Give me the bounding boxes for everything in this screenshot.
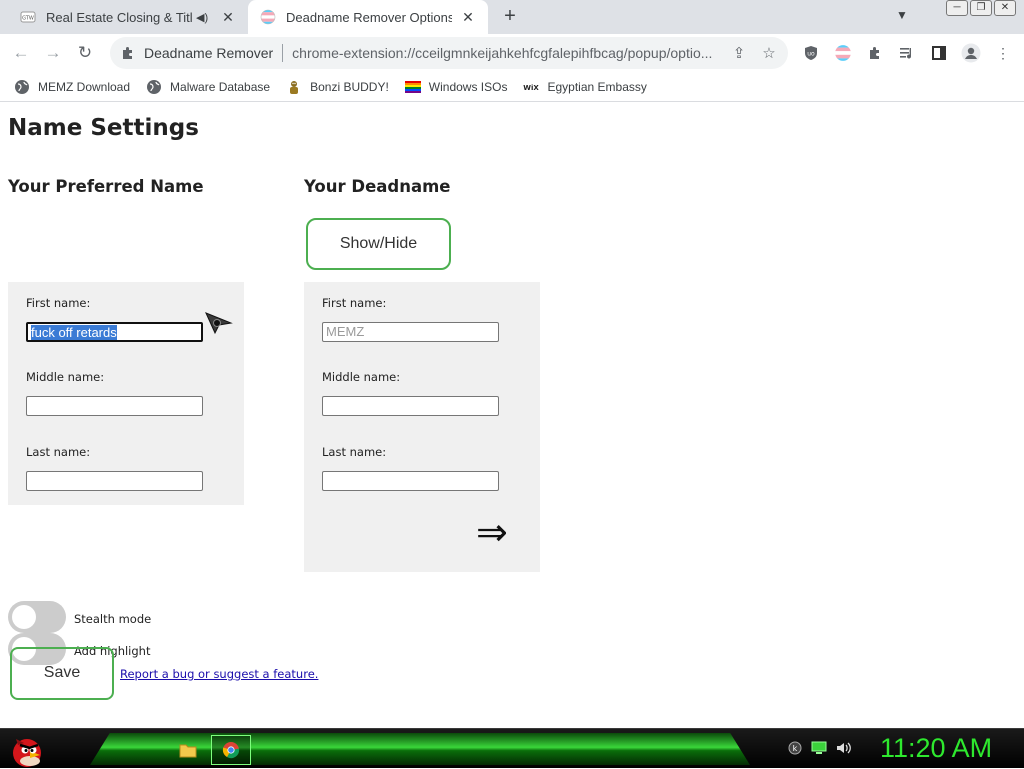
save-button[interactable]: Save [10, 647, 114, 700]
deadname-middle-name-input[interactable] [322, 396, 499, 416]
extensions-puzzle-icon[interactable] [864, 42, 886, 64]
restore-button[interactable]: ❐ [970, 0, 992, 16]
omnibox-divider [282, 44, 284, 62]
media-control-icon[interactable] [896, 42, 918, 64]
preferred-middle-label: Middle name: [26, 370, 105, 384]
bookmark-egyptian-embassy[interactable]: WiX Egyptian Embassy [523, 79, 647, 95]
window-controls: ─ ❐ ✕ [946, 0, 1016, 18]
svg-text:GTW: GTW [22, 16, 34, 22]
preferred-last-name-input[interactable] [26, 471, 203, 491]
stealth-mode-toggle[interactable] [8, 601, 66, 633]
trans-flag-icon [260, 9, 276, 25]
wix-icon: WiX [524, 84, 540, 92]
preferred-last-label: Last name: [26, 445, 91, 459]
bookmark-label: Egyptian Embassy [547, 79, 647, 94]
share-icon[interactable]: ⇪ [730, 44, 748, 62]
bookmark-label: Malware Database [170, 79, 271, 94]
report-bug-link[interactable]: Report a bug or suggest a feature. [120, 667, 318, 681]
puzzle-piece-icon [123, 47, 132, 59]
deadname-middle-label: Middle name: [322, 370, 401, 384]
close-window-button[interactable]: ✕ [994, 0, 1016, 16]
folder-icon [179, 744, 197, 758]
deadname-extension-icon[interactable] [832, 42, 854, 64]
preferred-name-heading: Your Preferred Name [8, 177, 204, 196]
browser-toolbar: ← → ↻ Deadname Remover chrome-extension:… [0, 34, 1024, 72]
stealth-mode-label: Stealth mode [74, 612, 152, 626]
chrome-icon [222, 742, 240, 759]
preferred-first-label: First name: [26, 296, 91, 310]
ublock-shield-icon[interactable]: uo [800, 42, 822, 64]
bookmarks-bar: MEMZ Download Malware Database Bonzi BUD… [0, 72, 1024, 102]
page-title: Name Settings [8, 115, 199, 141]
side-panel-icon[interactable] [928, 42, 950, 64]
preferred-first-name-value: fuck off retards [31, 325, 117, 340]
bookmark-windows-isos[interactable]: Windows ISOs [404, 79, 508, 95]
network-icon[interactable] [810, 741, 828, 755]
tab-real-estate[interactable]: GTW Real Estate Closing & Title Sc ◀) ✕ [8, 0, 248, 34]
bookmark-label: Bonzi BUDDY! [310, 79, 389, 94]
deadname-last-label: Last name: [322, 445, 387, 459]
taskbar-clock[interactable]: 11:20 AM [880, 733, 992, 764]
globe-icon [15, 79, 29, 94]
bookmark-label: MEMZ Download [38, 79, 131, 94]
taskbar-file-explorer[interactable] [168, 735, 208, 765]
svg-text:k: k [793, 744, 798, 753]
bookmark-memz[interactable]: MEMZ Download [14, 79, 130, 95]
chevron-down-icon[interactable]: ▼ [896, 8, 908, 22]
taskbar-chrome[interactable] [211, 735, 251, 765]
new-tab-button[interactable]: + [498, 5, 522, 29]
double-arrow-icon: ⇒ [476, 510, 508, 554]
mouse-cursor-icon [205, 312, 233, 335]
tray-app-icon[interactable]: k [788, 741, 802, 755]
deadname-last-name-input[interactable] [322, 471, 499, 491]
globe-icon [147, 79, 162, 94]
bonzi-icon [290, 80, 299, 94]
bookmark-malware-database[interactable]: Malware Database [146, 79, 270, 95]
tab-title: Real Estate Closing & Title Sc [46, 9, 192, 25]
preferred-first-name-input[interactable]: fuck off retards [26, 322, 203, 342]
taskbar: k 11:20 AM [0, 728, 1024, 768]
speaker-icon[interactable]: ◀) [196, 11, 212, 24]
svg-text:WiX: WiX [524, 84, 540, 92]
close-tab-icon[interactable]: ✕ [220, 9, 236, 26]
deadname-first-label: First name: [322, 296, 387, 310]
angry-bird-start-icon[interactable] [6, 729, 48, 769]
bookmark-label: Windows ISOs [428, 79, 508, 94]
address-bar[interactable]: Deadname Remover chrome-extension://ccei… [110, 37, 788, 69]
svg-text:uo: uo [807, 51, 815, 58]
options-page: Name Settings Your Preferred Name Your D… [0, 103, 1024, 728]
extension-icons: uo ⋮ [800, 42, 1014, 64]
tab-strip: GTW Real Estate Closing & Title Sc ◀) ✕ … [0, 0, 1024, 34]
preferred-middle-name-input[interactable] [26, 396, 203, 416]
reload-icon[interactable]: ↻ [72, 40, 98, 66]
tab-title: Deadname Remover Options [286, 9, 452, 25]
profile-avatar-icon[interactable] [960, 42, 982, 64]
bookmark-star-icon[interactable]: ☆ [760, 44, 778, 62]
minimize-button[interactable]: ─ [946, 0, 968, 16]
close-tab-icon[interactable]: ✕ [460, 9, 476, 26]
rainbow-flag-icon [404, 80, 421, 93]
system-tray: k [788, 741, 852, 755]
deadname-first-name-input[interactable]: MEMZ [322, 322, 499, 342]
back-arrow-icon[interactable]: ← [8, 40, 34, 66]
forward-arrow-icon[interactable]: → [40, 40, 66, 66]
site-favicon-icon: GTW [20, 11, 36, 23]
toggle-knob [12, 605, 36, 629]
url-text[interactable]: chrome-extension://cceilgmnkeijahkehfcgf… [292, 45, 718, 61]
tab-deadname-options[interactable]: Deadname Remover Options ✕ [248, 0, 488, 34]
show-hide-button[interactable]: Show/Hide [306, 218, 451, 270]
deadname-heading: Your Deadname [304, 177, 451, 196]
bookmark-bonzi-buddy[interactable]: Bonzi BUDDY! [286, 79, 389, 95]
volume-icon[interactable] [836, 741, 852, 755]
kebab-menu-icon[interactable]: ⋮ [992, 42, 1014, 64]
extension-name: Deadname Remover [144, 45, 274, 61]
